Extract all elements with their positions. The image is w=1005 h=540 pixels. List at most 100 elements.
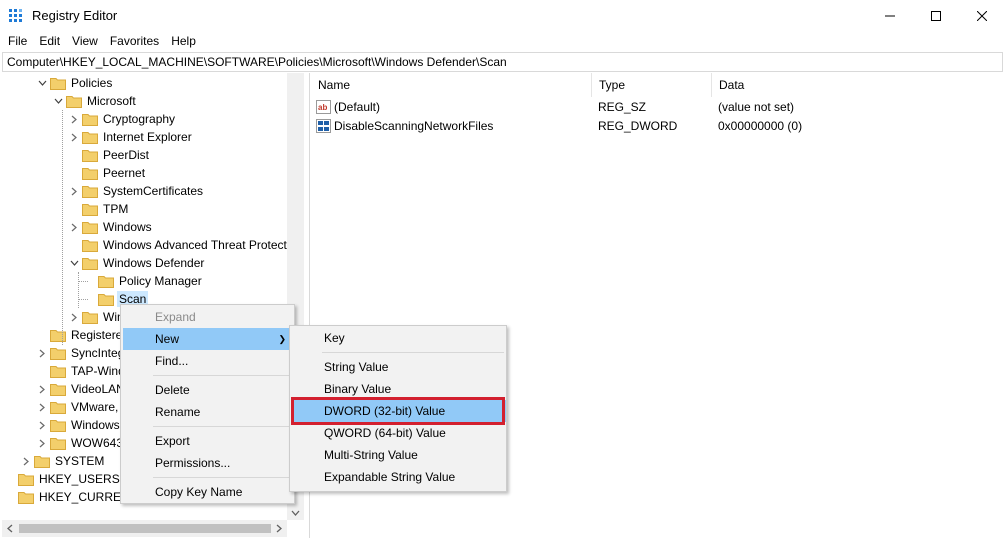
new-submenu-key[interactable]: Key [292, 327, 506, 349]
chevron-right-icon[interactable] [68, 110, 80, 128]
context-menu: Expand New ❯ Find... Delete Rename Export Permi… [120, 304, 295, 504]
folder-icon [66, 95, 82, 108]
chevron-right-icon[interactable] [36, 380, 48, 398]
value-row[interactable]: DisableScanningNetworkFiles REG_DWORD 0x… [311, 117, 1003, 136]
value-name: (Default) [334, 100, 381, 114]
chevron-right-icon[interactable] [68, 128, 80, 146]
folder-icon [50, 401, 66, 414]
column-header-type[interactable]: Type [592, 73, 712, 97]
folder-icon [82, 257, 98, 270]
chevron-down-icon[interactable] [68, 254, 80, 272]
chevron-right-icon[interactable] [68, 182, 80, 200]
chevron-right-icon[interactable] [20, 452, 32, 470]
tree-item[interactable]: Policies [36, 74, 114, 92]
menu-item-label: Expand [155, 310, 196, 324]
folder-icon [18, 491, 34, 504]
tree-item-label: Peernet [103, 166, 146, 180]
chevron-right-icon[interactable] [68, 308, 80, 326]
new-submenu-expandable-string-value[interactable]: Expandable String Value [292, 466, 506, 488]
menu-item-label: Delete [155, 383, 190, 397]
folder-icon [50, 365, 66, 378]
context-menu-delete[interactable]: Delete [123, 379, 294, 401]
folder-icon [50, 419, 66, 432]
menu-edit[interactable]: Edit [33, 31, 66, 51]
scroll-down-icon[interactable] [291, 510, 300, 516]
window-title: Registry Editor [32, 8, 118, 23]
folder-icon [82, 167, 98, 180]
tree-item[interactable]: SYSTEM [20, 452, 106, 470]
chevron-right-icon[interactable] [36, 344, 48, 362]
chevron-right-icon[interactable] [36, 398, 48, 416]
context-menu-copy-key-name[interactable]: Copy Key Name [123, 481, 294, 503]
menu-favorites[interactable]: Favorites [104, 31, 165, 51]
tree-item[interactable]: VideoLAN [36, 380, 127, 398]
menu-file[interactable]: File [2, 31, 33, 51]
tree-item[interactable]: Windows [36, 416, 122, 434]
context-menu-export[interactable]: Export [123, 430, 294, 452]
horizontal-scroll-thumb[interactable] [19, 524, 271, 533]
tree-item[interactable]: Internet Explorer [68, 128, 194, 146]
tree-item[interactable]: Cryptography [68, 110, 177, 128]
chevron-down-icon[interactable] [52, 92, 64, 110]
submenu-arrow-icon: ❯ [278, 334, 286, 344]
chevron-right-icon[interactable] [36, 434, 48, 452]
tree-item[interactable]: TPM [68, 200, 130, 218]
folder-icon [98, 275, 114, 288]
tree-item-label: VideoLAN [71, 382, 125, 396]
menu-view[interactable]: View [66, 31, 104, 51]
chevron-right-icon[interactable] [36, 416, 48, 434]
string-value-icon: ab [316, 100, 331, 114]
minimize-button[interactable] [867, 0, 913, 31]
tree-item[interactable]: Windows [68, 218, 154, 236]
context-menu-permissions[interactable]: Permissions... [123, 452, 294, 474]
folder-icon [82, 131, 98, 144]
menu-help[interactable]: Help [165, 31, 202, 51]
new-submenu-qword-64-bit-value[interactable]: QWORD (64-bit) Value [292, 422, 506, 444]
scroll-right-icon[interactable] [276, 524, 282, 533]
close-button[interactable] [959, 0, 1005, 31]
tree-item[interactable]: Policy Manager [84, 272, 204, 290]
folder-icon [82, 311, 98, 324]
highlight-annotation [291, 397, 505, 425]
tree-item[interactable]: HKEY_USERS [4, 470, 122, 488]
address-bar[interactable]: Computer\HKEY_LOCAL_MACHINE\SOFTWARE\Pol… [2, 52, 1003, 72]
column-header-data[interactable]: Data [712, 73, 1003, 97]
context-menu-new[interactable]: New ❯ [123, 328, 294, 350]
chevron-right-icon[interactable] [68, 218, 80, 236]
menu-item-label: String Value [324, 360, 389, 374]
menu-item-label: Export [155, 434, 190, 448]
maximize-icon [931, 10, 941, 21]
tree-item-label: TPM [103, 202, 129, 216]
new-submenu-string-value[interactable]: String Value [292, 356, 506, 378]
tree-item[interactable]: Peernet [68, 164, 147, 182]
value-row[interactable]: ab (Default) REG_SZ (value not set) [311, 98, 1003, 117]
title-bar: Registry Editor [0, 0, 1005, 31]
maximize-button[interactable] [913, 0, 959, 31]
tree-item[interactable]: Windows Defender [68, 254, 206, 272]
tree-item-label: Windows [103, 220, 152, 234]
menu-item-label: Key [324, 331, 345, 345]
tree-connector-line [78, 299, 88, 300]
menu-item-label: Copy Key Name [155, 485, 243, 499]
tree-item-label: Policy Manager [119, 274, 202, 288]
tree-item[interactable]: Microsoft [52, 92, 138, 110]
menu-item-label: Expandable String Value [324, 470, 456, 484]
tree-item[interactable]: SystemCertificates [68, 182, 205, 200]
folder-icon [34, 455, 50, 468]
column-header-name[interactable]: Name [311, 73, 592, 97]
scroll-left-icon[interactable] [7, 524, 13, 533]
context-menu-find[interactable]: Find... [123, 350, 294, 372]
tree-item-label: PeerDist [103, 148, 150, 162]
tree-item[interactable]: Windows Advanced Threat Protection [68, 236, 304, 254]
folder-icon [50, 383, 66, 396]
folder-icon [50, 347, 66, 360]
new-submenu-multi-string-value[interactable]: Multi-String Value [292, 444, 506, 466]
context-menu-rename[interactable]: Rename [123, 401, 294, 423]
menu-item-label: New [155, 332, 180, 346]
tree-horizontal-scrollbar[interactable] [2, 520, 287, 537]
tree-item[interactable]: PeerDist [68, 146, 151, 164]
chevron-down-icon[interactable] [36, 74, 48, 92]
tree-item-label: SYSTEM [55, 454, 105, 468]
